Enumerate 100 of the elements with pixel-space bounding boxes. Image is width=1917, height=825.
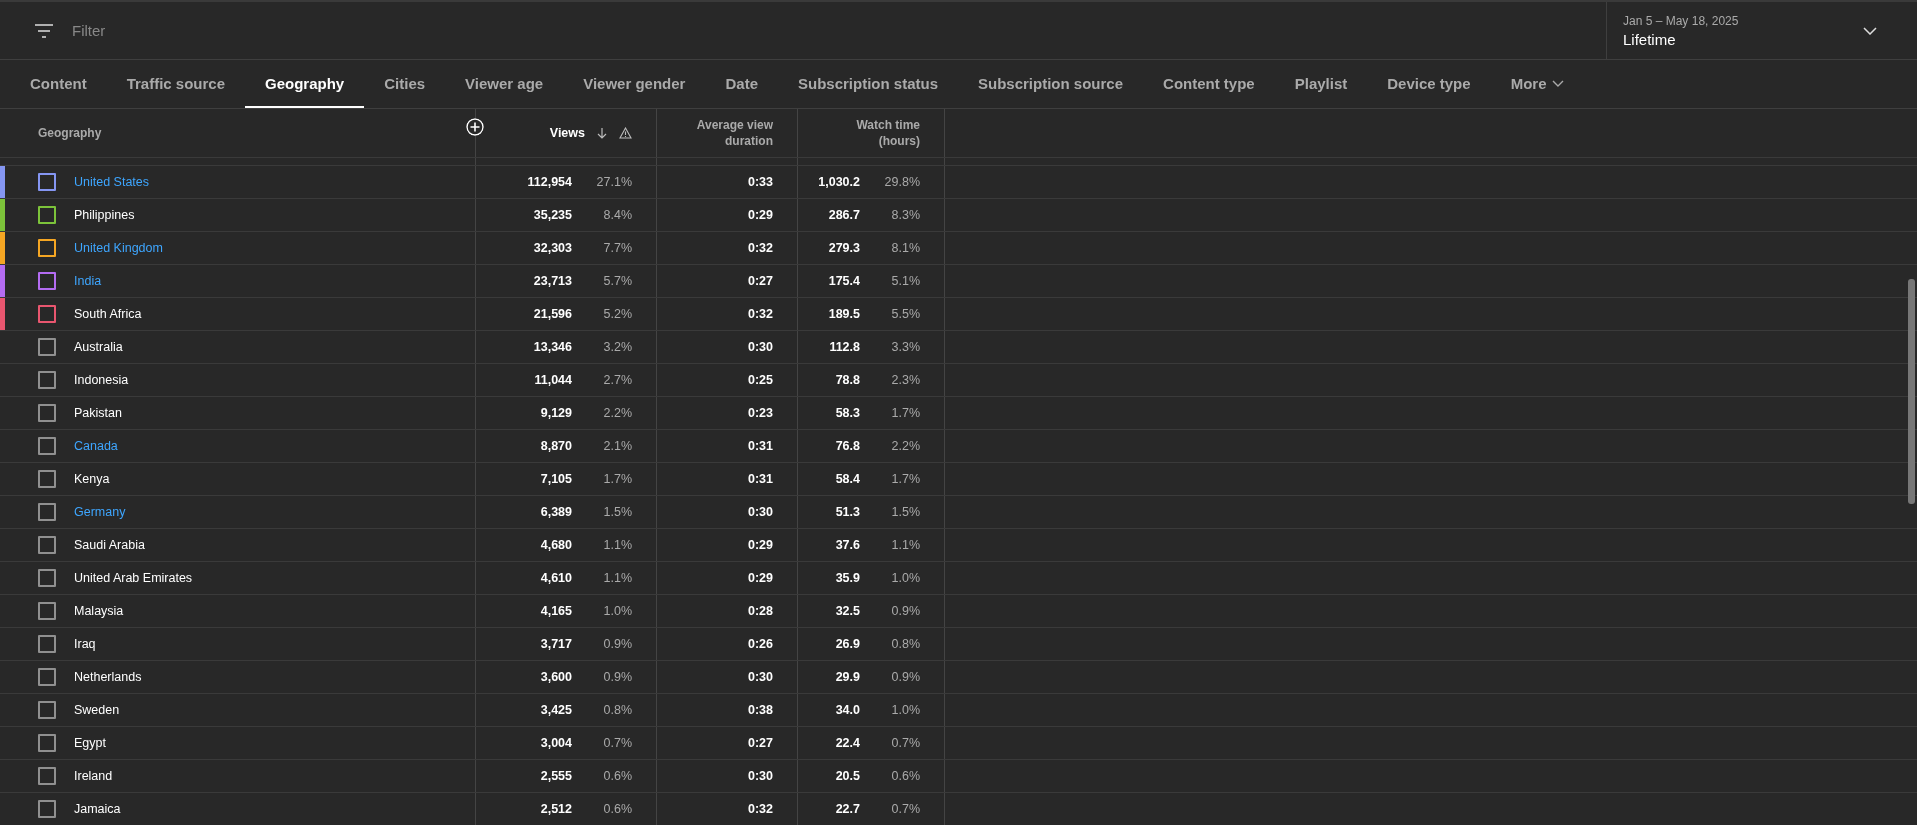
views-value: 35,235 [533,208,572,222]
views-percent: 8.4% [602,208,632,222]
duration-value: 0:30 [747,340,773,354]
column-header[interactable]: Watch time (hours) [850,117,920,149]
tab[interactable]: Traffic source [106,60,246,108]
duration-value: 0:26 [747,637,773,651]
views-value: 112,954 [527,175,572,189]
country-link[interactable]: India [74,274,102,288]
watch-time-percent: 5.5% [890,307,920,321]
checkbox[interactable] [38,734,56,752]
column-header[interactable]: Views [549,126,585,140]
watch-time-percent: 5.1% [890,274,920,288]
tab[interactable]: Subscription status [778,60,958,108]
country-link[interactable]: Germany [74,505,126,519]
checkbox[interactable] [38,470,56,488]
checkbox[interactable] [38,569,56,587]
tab[interactable]: Viewer age [445,60,564,108]
country-link[interactable]: United States [74,175,150,189]
views-value: 23,713 [533,274,572,288]
country-link[interactable]: United Kingdom [74,241,163,255]
checkbox[interactable] [38,272,56,290]
checkbox[interactable] [38,206,56,224]
views-percent: 7.7% [602,241,632,255]
tab[interactable]: Content [10,60,107,108]
checkbox[interactable] [38,371,56,389]
checkbox[interactable] [38,668,56,686]
filter-icon[interactable] [34,23,54,38]
watch-time-percent: 8.1% [890,241,920,255]
watch-time-percent: 3.3% [890,340,920,354]
chevron-down-icon [1863,26,1877,35]
warning-icon [619,127,632,139]
duration-value: 0:23 [747,406,773,420]
column-header[interactable]: Geography [38,126,102,140]
tab[interactable]: Device type [1367,60,1491,108]
views-value: 21,596 [533,307,572,321]
tab[interactable]: Playlist [1274,60,1368,108]
views-percent: 5.7% [602,274,632,288]
views-value: 3,425 [540,703,572,717]
duration-value: 0:32 [747,241,773,255]
watch-time-value: 22.7 [835,802,860,816]
country-name: Egypt [74,736,106,750]
tab[interactable]: Viewer gender [563,60,706,108]
views-percent: 0.6% [602,769,632,783]
views-percent: 1.7% [602,472,632,486]
watch-time-percent: 8.3% [890,208,920,222]
country-name: Australia [74,340,123,354]
checkbox[interactable] [38,305,56,323]
watch-time-percent: 0.8% [890,637,920,651]
checkbox[interactable] [38,437,56,455]
checkbox[interactable] [38,602,56,620]
country-name: Pakistan [74,406,122,420]
views-value: 32,303 [533,241,572,255]
tab[interactable]: Date [705,60,778,108]
country-link[interactable]: Canada [74,439,118,453]
tab[interactable]: Content type [1143,60,1275,108]
duration-value: 0:32 [747,802,773,816]
checkbox[interactable] [38,536,56,554]
filter-field[interactable]: Filter [70,21,374,40]
watch-time-percent: 29.8% [883,175,920,189]
views-percent: 2.2% [602,406,632,420]
country-name: Malaysia [74,604,124,618]
views-percent: 2.7% [602,373,632,387]
watch-time-value: 58.3 [835,406,860,420]
country-name: Saudi Arabia [74,538,145,552]
views-percent: 0.9% [602,637,632,651]
duration-value: 0:29 [747,208,773,222]
checkbox[interactable] [38,767,56,785]
tab[interactable]: Subscription source [958,60,1144,108]
tab[interactable]: Geography [245,60,365,108]
tab[interactable]: Cities [364,60,446,108]
watch-time-percent: 0.9% [890,670,920,684]
column-header[interactable]: Average view duration [683,117,773,149]
checkbox[interactable] [38,173,56,191]
checkbox[interactable] [38,800,56,818]
date-range-dropdown[interactable]: Jan 5 – May 18, 2025 Lifetime [1606,2,1917,59]
watch-time-value: 112.8 [829,340,860,354]
chevron-down-icon [1552,79,1565,87]
views-percent: 1.1% [602,571,632,585]
arrow-down-icon[interactable] [597,127,607,139]
checkbox[interactable] [38,503,56,521]
views-value: 2,555 [540,769,572,783]
country-name: United Arab Emirates [74,571,193,585]
duration-value: 0:29 [747,538,773,552]
watch-time-value: 189.5 [828,307,860,321]
checkbox[interactable] [38,635,56,653]
watch-time-value: 58.4 [835,472,860,486]
checkbox[interactable] [38,338,56,356]
scrollbar[interactable] [1908,279,1915,504]
watch-time-value: 37.6 [835,538,860,552]
watch-time-value: 20.5 [835,769,860,783]
duration-value: 0:31 [747,439,773,453]
checkbox[interactable] [38,239,56,257]
add-column-icon[interactable] [466,118,484,136]
views-value: 6,389 [540,505,572,519]
more-tab[interactable]: More [1490,60,1585,108]
views-percent: 0.9% [602,670,632,684]
views-percent: 5.2% [602,307,632,321]
duration-value: 0:38 [747,703,773,717]
checkbox[interactable] [38,404,56,422]
checkbox[interactable] [38,701,56,719]
